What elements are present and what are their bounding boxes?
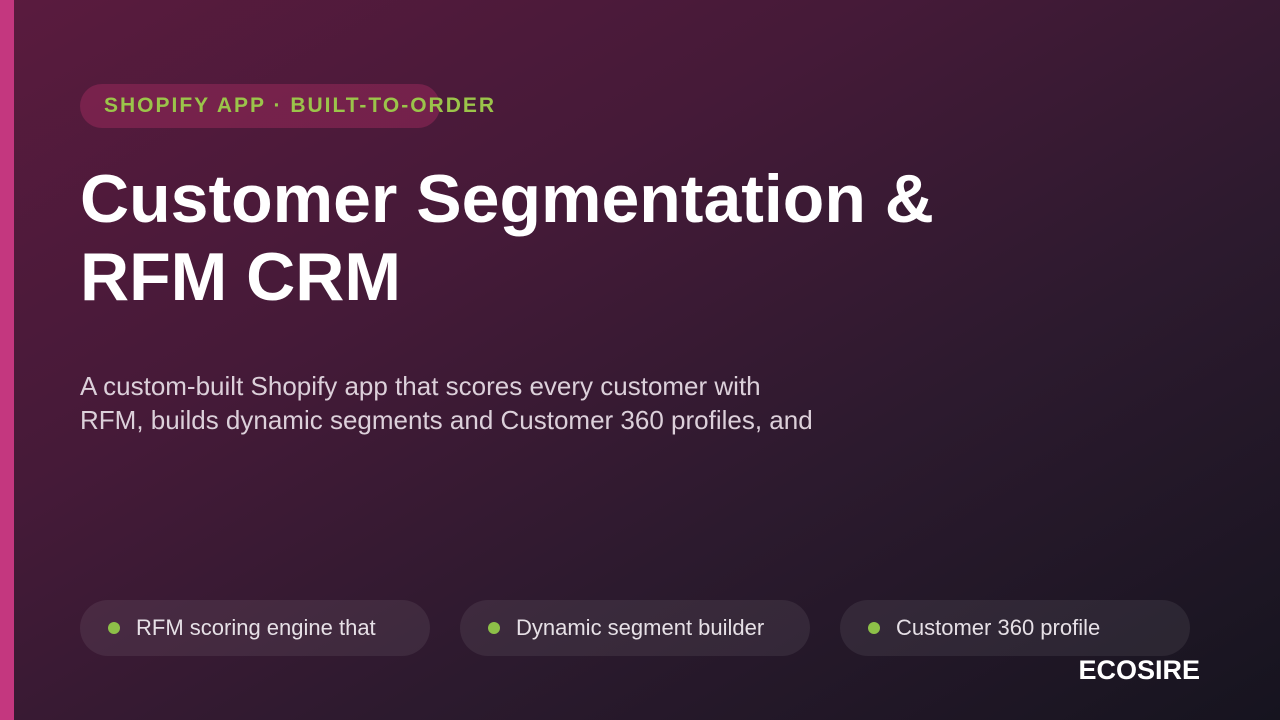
brand-logo: ECOSIRE xyxy=(1078,655,1200,685)
left-accent-bar xyxy=(0,0,14,720)
category-badge: SHOPIFY APP · BUILT-TO-ORDER xyxy=(80,84,494,128)
feature-pill-customer-360: Customer 360 profile xyxy=(840,600,1190,656)
category-badge-label: SHOPIFY APP · BUILT-TO-ORDER xyxy=(104,94,497,117)
page-subtitle: A custom-built Shopify app that scores e… xyxy=(80,369,870,437)
page-title-line-1: Customer Segmentation & xyxy=(80,161,934,237)
page-subtitle-line-1: A custom-built Shopify app that scores e… xyxy=(80,371,761,401)
feature-pill-label: RFM scoring engine that xyxy=(136,615,376,640)
feature-pill-label: Customer 360 profile xyxy=(896,615,1101,640)
feature-pill-label: Dynamic segment builder xyxy=(516,615,765,640)
feature-pill-rfm-scoring: RFM scoring engine that xyxy=(80,600,430,656)
page-subtitle-line-2: RFM, builds dynamic segments and Custome… xyxy=(80,405,813,435)
page-title-line-2: RFM CRM xyxy=(80,239,402,315)
feature-pill-segment-builder: Dynamic segment builder xyxy=(460,600,810,656)
bullet-dot-icon xyxy=(108,622,120,634)
page-title: Customer Segmentation & RFM CRM xyxy=(80,160,980,316)
bullet-dot-icon xyxy=(488,622,500,634)
bullet-dot-icon xyxy=(868,622,880,634)
